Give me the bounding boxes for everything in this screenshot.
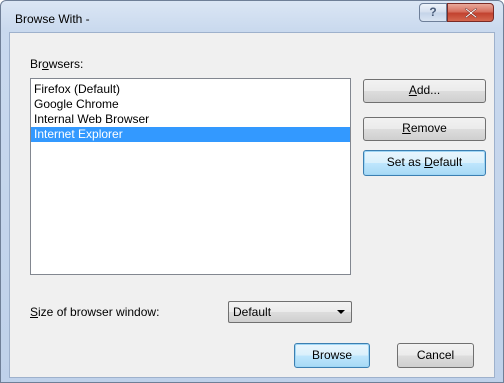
close-button[interactable] bbox=[447, 3, 494, 22]
browse-button[interactable]: Browse bbox=[294, 343, 370, 368]
browsers-label: Browsers: bbox=[30, 57, 84, 71]
browsers-list[interactable]: Firefox (Default) Google Chrome Internal W… bbox=[30, 78, 351, 275]
chevron-down-icon bbox=[337, 310, 345, 314]
window-size-label: Size of browser window: bbox=[30, 305, 160, 319]
window-title: Browse With - bbox=[15, 12, 90, 26]
help-button[interactable]: ? bbox=[419, 3, 447, 22]
dialog-body: Browsers: Firefox (Default) Google Chrome… bbox=[9, 32, 495, 378]
window-size-select[interactable]: Default bbox=[228, 301, 352, 323]
set-as-default-button[interactable]: Set as Default bbox=[363, 150, 486, 176]
close-icon bbox=[465, 8, 477, 18]
help-icon: ? bbox=[429, 5, 437, 19]
list-item[interactable]: Google Chrome bbox=[31, 97, 350, 112]
window-size-value: Default bbox=[233, 305, 272, 319]
title-bar[interactable]: Browse With - ? bbox=[1, 1, 503, 32]
list-item[interactable]: Firefox (Default) bbox=[31, 82, 350, 97]
dialog-window: Browse With - ? Browsers: Firefox (Defau… bbox=[0, 0, 504, 383]
list-item[interactable]: Internet Explorer bbox=[31, 127, 350, 142]
add-button[interactable]: Add... bbox=[363, 79, 486, 103]
list-item[interactable]: Internal Web Browser bbox=[31, 112, 350, 127]
remove-button[interactable]: Remove bbox=[363, 117, 486, 141]
cancel-button[interactable]: Cancel bbox=[397, 343, 474, 368]
